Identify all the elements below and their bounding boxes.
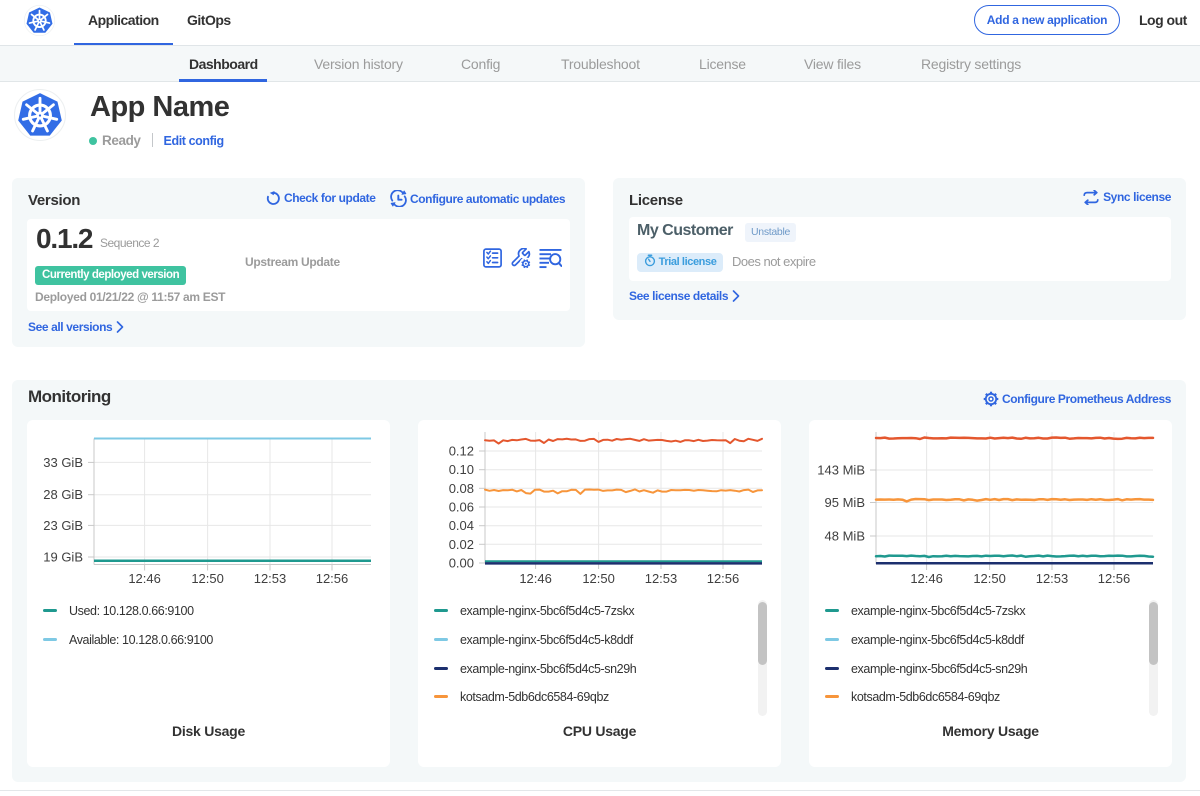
svg-text:12:50: 12:50 bbox=[191, 571, 224, 586]
svg-text:12:53: 12:53 bbox=[1036, 571, 1069, 586]
svg-text:28 GiB: 28 GiB bbox=[43, 487, 83, 502]
svg-text:12:46: 12:46 bbox=[128, 571, 161, 586]
svg-text:23 GiB: 23 GiB bbox=[43, 518, 83, 533]
svg-text:12:56: 12:56 bbox=[707, 571, 740, 586]
svg-text:0.08: 0.08 bbox=[449, 481, 474, 496]
svg-text:33 GiB: 33 GiB bbox=[43, 455, 83, 470]
svg-text:0.00: 0.00 bbox=[449, 556, 474, 571]
svg-text:12:50: 12:50 bbox=[973, 571, 1006, 586]
svg-text:0.12: 0.12 bbox=[449, 444, 474, 459]
svg-text:0.06: 0.06 bbox=[449, 500, 474, 515]
svg-text:12:50: 12:50 bbox=[582, 571, 615, 586]
svg-text:0.10: 0.10 bbox=[449, 462, 474, 477]
svg-text:19 GiB: 19 GiB bbox=[43, 550, 83, 565]
svg-text:0.02: 0.02 bbox=[449, 537, 474, 552]
svg-text:48 MiB: 48 MiB bbox=[825, 529, 865, 544]
svg-text:95 MiB: 95 MiB bbox=[825, 495, 865, 510]
svg-text:143 MiB: 143 MiB bbox=[817, 463, 865, 478]
svg-text:12:53: 12:53 bbox=[254, 571, 287, 586]
svg-text:12:56: 12:56 bbox=[1098, 571, 1131, 586]
svg-text:12:56: 12:56 bbox=[316, 571, 349, 586]
svg-text:12:46: 12:46 bbox=[519, 571, 552, 586]
svg-text:12:46: 12:46 bbox=[910, 571, 943, 586]
svg-text:12:53: 12:53 bbox=[645, 571, 678, 586]
svg-text:0.04: 0.04 bbox=[449, 518, 474, 533]
